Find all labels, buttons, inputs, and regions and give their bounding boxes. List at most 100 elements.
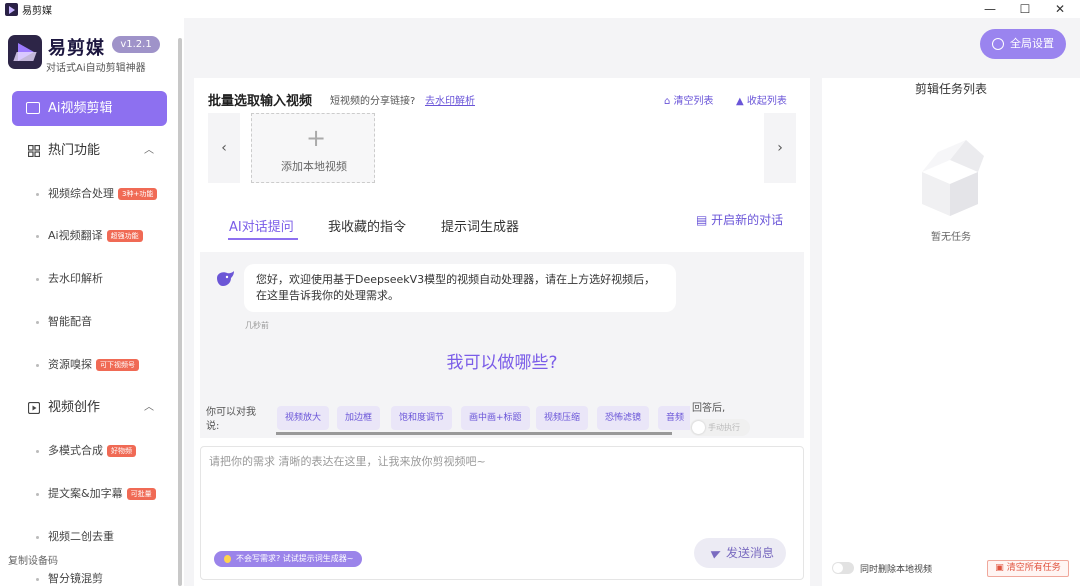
delete-local-label: 同时删除本地视频 [860, 565, 933, 575]
tab-prompt-generator[interactable]: 提示词生成器 [441, 216, 519, 235]
clear-all-tasks-button[interactable]: ▣ 清空所有任务 [987, 560, 1069, 577]
capabilities-overflow [212, 384, 792, 394]
bullet-icon [36, 278, 39, 281]
settings-icon [992, 38, 1004, 50]
quick-prompts-label: 你可以对我说: [206, 407, 256, 432]
title-bar: 易剪媒 — ☐ ✕ [0, 0, 1080, 18]
nav-item-label: 视频综合处理 [48, 187, 114, 200]
prompt-hint-label: 不会写需求? 试试提示词生成器~ [236, 554, 354, 563]
nav-ai-video-edit[interactable]: Ai视频剪辑 [12, 91, 167, 126]
clear-list-label: 清空列表 [673, 96, 714, 107]
prompt-generator-hint[interactable]: 不会写需求? 试试提示词生成器~ [214, 551, 362, 567]
bullet-icon [36, 235, 39, 238]
brand-name: 易剪媒 [48, 38, 105, 59]
feature-tag: 可下视频号 [96, 359, 139, 371]
nav-group-hot-label: 热门功能 [48, 143, 101, 158]
bullet-icon [36, 578, 39, 581]
tab-ai-chat[interactable]: AI对话提问 [229, 216, 294, 235]
nav-resource-sniff[interactable]: 资源嗅探 可下视频号 [12, 354, 177, 376]
chip-pip-title[interactable]: 画中画+标题 [461, 406, 530, 430]
prev-arrow-button[interactable]: ‹ [208, 113, 240, 183]
close-button[interactable]: ✕ [1040, 0, 1080, 18]
bullet-icon [36, 364, 39, 367]
nav-group-create-label: 视频创作 [48, 400, 101, 415]
trash-icon: ▣ [995, 563, 1004, 573]
bullet-icon [36, 450, 39, 453]
send-icon [710, 547, 723, 559]
chip-audio[interactable]: 音频提 [658, 406, 690, 430]
chip-add-border[interactable]: 加边框 [337, 406, 381, 430]
nav-item-label: 去水印解析 [48, 272, 103, 285]
message-timestamp: 几秒前 [245, 321, 269, 330]
lightbulb-icon [224, 555, 231, 563]
bullet-icon [36, 493, 39, 496]
auto-exec-toggle[interactable]: 手动执行 [690, 419, 750, 436]
add-local-video-label: 添加本地视频 [281, 160, 347, 173]
nav-copy-subtitles[interactable]: 提文案&加字幕 可批量 [12, 483, 177, 505]
chip-saturation[interactable]: 饱和度调节 [391, 406, 453, 430]
bot-message-bubble: 您好，欢迎使用基于DeepseekV3模型的视频自动处理器，请在上方选好视频后，… [244, 264, 676, 312]
new-chat-label: 开启新的对话 [711, 213, 784, 227]
empty-box-icon [922, 140, 984, 216]
active-tab-indicator [228, 238, 298, 240]
nav-item-label: 智能配音 [48, 315, 92, 328]
nav-ai-translate[interactable]: Ai视频翻译 超强功能 [12, 225, 177, 247]
collapse-list-button[interactable]: ▲ 收起列表 [736, 92, 787, 107]
next-arrow-button[interactable]: › [764, 113, 796, 183]
app-icon [5, 3, 18, 16]
nav-video-remix[interactable]: 视频二创去重 [12, 526, 177, 548]
new-chat-button[interactable]: ▤ 开启新的对话 [696, 211, 783, 228]
trash-icon: ⌂ [664, 96, 671, 107]
ai-icon [26, 102, 40, 114]
answer-after-label: 回答后, [692, 403, 726, 414]
nav-multi-compose[interactable]: 多模式合成 好物频 [12, 440, 177, 462]
nav-item-label: 多模式合成 [48, 444, 103, 457]
chip-video-upscale[interactable]: 视频放大 [277, 406, 330, 430]
version-badge: v1.2.1 [112, 36, 160, 53]
minimize-button[interactable]: — [970, 0, 1010, 18]
chip-video-compress[interactable]: 视频压缩 [536, 406, 589, 430]
feature-tag: 超强功能 [106, 230, 143, 242]
logo-icon [8, 35, 42, 69]
watermark-parse-link[interactable]: 去水印解析 [425, 92, 475, 107]
nav-item-label: 视频二创去重 [48, 530, 114, 543]
nav-smart-storyboard[interactable]: 智分镜混剪 [12, 568, 177, 586]
batch-title: 批量选取输入视频 [208, 94, 313, 109]
maximize-button[interactable]: ☐ [1005, 0, 1045, 18]
nav-item-label: 资源嗅探 [48, 358, 92, 371]
tab-favorites[interactable]: 我收藏的指令 [328, 216, 406, 235]
nav-watermark-parse[interactable]: 去水印解析 [12, 268, 177, 290]
send-label: 发送消息 [726, 546, 775, 560]
nav-ai-video-edit-label: Ai视频剪辑 [48, 101, 113, 116]
auto-exec-label: 手动执行 [708, 423, 740, 432]
chip-horror-filter[interactable]: 恐怖滤镜 [597, 406, 650, 430]
message-input[interactable] [201, 447, 803, 537]
delete-local-toggle[interactable] [832, 562, 854, 574]
nav-group-hot[interactable]: 热门功能 ︿ [12, 136, 167, 166]
feature-tag: 好物频 [107, 445, 136, 457]
chips-scrollbar[interactable] [276, 432, 672, 435]
nav-video-process[interactable]: 视频综合处理 3种+功能 [12, 183, 177, 205]
clear-list-button[interactable]: ⌂ 清空列表 [664, 92, 714, 107]
copy-device-code[interactable]: 复制设备码 [8, 552, 58, 567]
grid-icon [28, 145, 40, 157]
chat-icon: ▤ [696, 213, 708, 227]
nav-group-create[interactable]: 视频创作 ︿ [12, 393, 167, 423]
sidebar-scrollbar[interactable] [178, 38, 182, 586]
bullet-icon [36, 536, 39, 539]
plus-icon: + [306, 124, 327, 152]
deepseek-whale-icon [217, 271, 234, 286]
batch-hint: 短视频的分享链接? [330, 96, 416, 107]
nav-item-label: Ai视频翻译 [48, 229, 103, 242]
toggle-knob [692, 421, 705, 434]
global-settings-button[interactable]: 全局设置 [980, 29, 1066, 59]
bullet-icon [36, 193, 39, 196]
clear-all-tasks-label: 清空所有任务 [1006, 563, 1061, 573]
video-icon [28, 402, 40, 414]
nav-item-label: 智分镜混剪 [48, 572, 103, 585]
send-message-button[interactable]: 发送消息 [694, 538, 786, 568]
nav-smart-dub[interactable]: 智能配音 [12, 311, 177, 333]
nav-item-label: 提文案&加字幕 [48, 487, 123, 500]
chevron-up-icon: ︿ [144, 402, 154, 413]
add-local-video-button[interactable]: + 添加本地视频 [251, 113, 375, 183]
